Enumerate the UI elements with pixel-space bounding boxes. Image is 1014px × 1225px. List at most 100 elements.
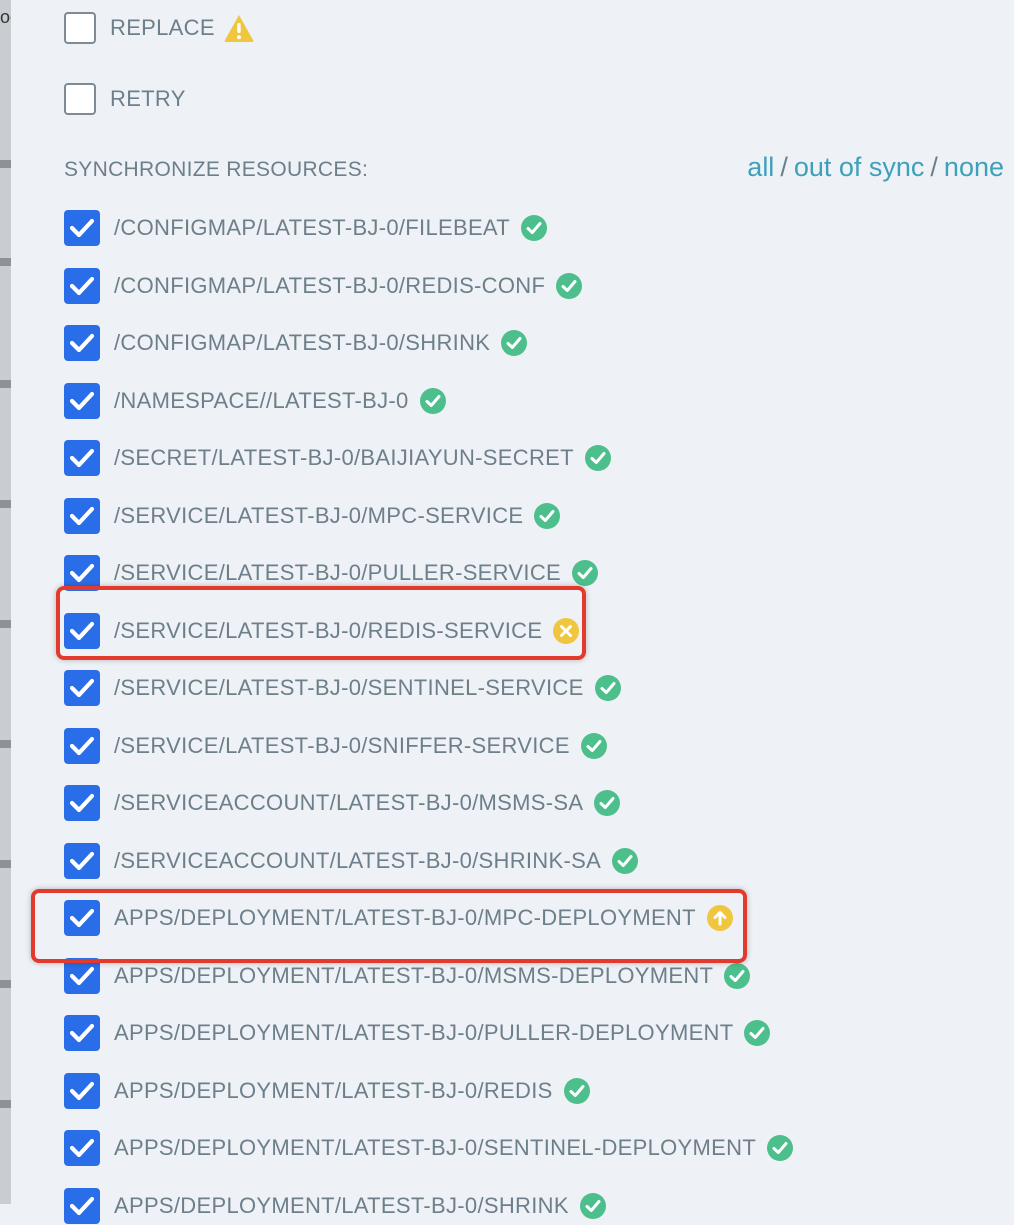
warning-icon [223, 13, 255, 43]
strip-divider [0, 160, 11, 168]
retry-option[interactable]: RETRY [64, 81, 186, 117]
resource-checkbox[interactable] [64, 383, 100, 419]
synced-check-icon [611, 847, 639, 875]
strip-divider [0, 860, 11, 868]
replace-label: REPLACE [110, 15, 215, 40]
strip-divider [0, 1100, 11, 1108]
strip-divider [0, 740, 11, 748]
checkmark-icon [69, 1081, 95, 1101]
background-text-fragment: oe [0, 7, 11, 27]
checkmark-icon [69, 736, 95, 756]
resource-label: /SERVICE/LATEST-BJ-0/SNIFFER-SERVICE [114, 733, 570, 758]
resource-checkbox[interactable] [64, 498, 100, 534]
resource-label: /SERVICE/LATEST-BJ-0/SENTINEL-SERVICE [114, 675, 584, 700]
checkmark-icon [69, 563, 95, 583]
checkmark-icon [69, 1023, 95, 1043]
resource-label: APPS/DEPLOYMENT/LATEST-BJ-0/PULLER-DEPLO… [114, 1020, 734, 1045]
checkmark-icon [69, 506, 95, 526]
strip-divider [0, 500, 11, 508]
link-separator: / [780, 152, 788, 182]
resource-checkbox[interactable] [64, 728, 100, 764]
strip-divider [0, 380, 11, 388]
checkmark-icon [69, 333, 95, 353]
resource-checkbox[interactable] [64, 268, 100, 304]
resource-label: /CONFIGMAP/LATEST-BJ-0/FILEBEAT [114, 215, 510, 240]
strip-divider [0, 620, 11, 628]
synced-check-icon [579, 1192, 607, 1220]
synced-check-icon [520, 214, 548, 242]
select-none-link[interactable]: none [944, 152, 1004, 182]
replace-option[interactable]: REPLACE [64, 10, 255, 46]
resource-label: APPS/DEPLOYMENT/LATEST-BJ-0/REDIS [114, 1078, 553, 1103]
checkmark-icon [69, 851, 95, 871]
resource-row[interactable]: /SERVICEACCOUNT/LATEST-BJ-0/SHRINK-SA [64, 842, 639, 880]
checkmark-icon [69, 966, 95, 986]
resource-checkbox[interactable] [64, 958, 100, 994]
resource-checkbox[interactable] [64, 843, 100, 879]
annotation-highlight-mpc-deployment [31, 889, 747, 963]
resource-row[interactable]: /SERVICE/LATEST-BJ-0/SENTINEL-SERVICE [64, 669, 622, 707]
resource-row[interactable]: /SERVICEACCOUNT/LATEST-BJ-0/MSMS-SA [64, 784, 621, 822]
replace-checkbox[interactable] [64, 12, 96, 44]
strip-divider [0, 980, 11, 988]
synchronize-resources-title: SYNCHRONIZE RESOURCES: [64, 158, 369, 181]
retry-checkbox[interactable] [64, 83, 96, 115]
resource-checkbox[interactable] [64, 325, 100, 361]
resource-checkbox[interactable] [64, 1015, 100, 1051]
synced-check-icon [571, 559, 599, 587]
checkmark-icon [69, 1196, 95, 1216]
checkmark-icon [69, 678, 95, 698]
resource-checkbox[interactable] [64, 1130, 100, 1166]
synced-check-icon [766, 1134, 794, 1162]
resource-checkbox[interactable] [64, 440, 100, 476]
synced-check-icon [584, 444, 612, 472]
synced-check-icon [419, 387, 447, 415]
resource-row[interactable]: /CONFIGMAP/LATEST-BJ-0/REDIS-CONF [64, 267, 583, 305]
resource-row[interactable]: APPS/DEPLOYMENT/LATEST-BJ-0/PULLER-DEPLO… [64, 1014, 771, 1052]
resource-row[interactable]: APPS/DEPLOYMENT/LATEST-BJ-0/REDIS [64, 1072, 591, 1110]
resource-row[interactable]: /SECRET/LATEST-BJ-0/BAIJIAYUN-SECRET [64, 439, 612, 477]
resource-checkbox[interactable] [64, 1073, 100, 1109]
synced-check-icon [723, 962, 751, 990]
resource-row[interactable]: /CONFIGMAP/LATEST-BJ-0/SHRINK [64, 324, 528, 362]
synced-check-icon [594, 674, 622, 702]
synced-check-icon [580, 732, 608, 760]
resource-checkbox[interactable] [64, 1188, 100, 1224]
resource-label: /NAMESPACE//LATEST-BJ-0 [114, 388, 409, 413]
background-window-strip: oe [0, 0, 11, 1204]
resource-label: /SERVICEACCOUNT/LATEST-BJ-0/SHRINK-SA [114, 848, 602, 873]
resource-label: APPS/DEPLOYMENT/LATEST-BJ-0/SHRINK [114, 1193, 569, 1218]
checkmark-icon [69, 391, 95, 411]
resource-row[interactable]: APPS/DEPLOYMENT/LATEST-BJ-0/SHRINK [64, 1187, 607, 1225]
resource-row[interactable]: /CONFIGMAP/LATEST-BJ-0/FILEBEAT [64, 209, 548, 247]
synced-check-icon [563, 1077, 591, 1105]
resource-label: /CONFIGMAP/LATEST-BJ-0/SHRINK [114, 330, 491, 355]
synced-check-icon [500, 329, 528, 357]
checkmark-icon [69, 793, 95, 813]
resource-label: /CONFIGMAP/LATEST-BJ-0/REDIS-CONF [114, 273, 546, 298]
strip-divider [0, 258, 11, 266]
checkmark-icon [69, 276, 95, 296]
resource-label: APPS/DEPLOYMENT/LATEST-BJ-0/SENTINEL-DEP… [114, 1135, 757, 1160]
select-all-link[interactable]: all [747, 152, 774, 182]
retry-label: RETRY [110, 86, 186, 111]
resource-checkbox[interactable] [64, 210, 100, 246]
resource-row[interactable]: APPS/DEPLOYMENT/LATEST-BJ-0/SENTINEL-DEP… [64, 1129, 794, 1167]
checkmark-icon [69, 1138, 95, 1158]
resource-label: /SECRET/LATEST-BJ-0/BAIJIAYUN-SECRET [114, 445, 574, 470]
resource-checkbox[interactable] [64, 785, 100, 821]
synced-check-icon [533, 502, 561, 530]
link-separator: / [930, 152, 938, 182]
resource-row[interactable]: /NAMESPACE//LATEST-BJ-0 [64, 382, 447, 420]
checkmark-icon [69, 218, 95, 238]
synced-check-icon [593, 789, 621, 817]
resource-label: /SERVICEACCOUNT/LATEST-BJ-0/MSMS-SA [114, 790, 584, 815]
select-out-of-sync-link[interactable]: out of sync [794, 152, 925, 182]
checkmark-icon [69, 448, 95, 468]
resource-row[interactable]: /SERVICE/LATEST-BJ-0/SNIFFER-SERVICE [64, 727, 608, 765]
annotation-highlight-redis-service [56, 586, 586, 660]
synced-check-icon [743, 1019, 771, 1047]
resource-label: /SERVICE/LATEST-BJ-0/PULLER-SERVICE [114, 560, 561, 585]
resource-row[interactable]: /SERVICE/LATEST-BJ-0/MPC-SERVICE [64, 497, 561, 535]
resource-checkbox[interactable] [64, 670, 100, 706]
